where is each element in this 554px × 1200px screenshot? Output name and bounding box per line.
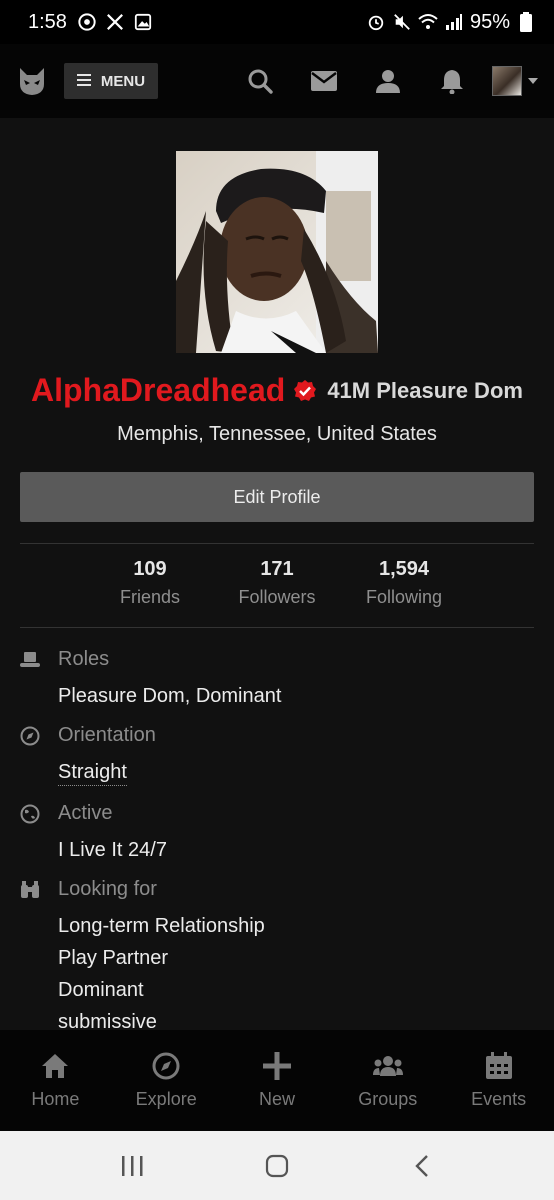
tab-new[interactable]: New bbox=[222, 1030, 333, 1131]
list-item: Dominant bbox=[58, 979, 144, 1001]
android-nav-bar bbox=[0, 1131, 554, 1200]
tab-label: Home bbox=[31, 1089, 80, 1109]
stat-label: Followers bbox=[238, 587, 316, 607]
stats-row: 109 Friends 171 Followers 1,594 Followin… bbox=[0, 558, 554, 608]
battery-icon bbox=[516, 12, 536, 32]
stat-value: 1,594 bbox=[378, 558, 430, 580]
gallery-icon bbox=[133, 12, 153, 32]
calendar-icon bbox=[484, 1051, 514, 1081]
user-meta: 41M Pleasure Dom bbox=[327, 377, 523, 403]
groups-icon bbox=[372, 1051, 403, 1081]
chevron-down-icon[interactable] bbox=[528, 78, 538, 84]
stat-friends[interactable]: 109 Friends bbox=[87, 558, 214, 608]
globe-icon bbox=[20, 804, 40, 824]
tab-explore[interactable]: Explore bbox=[111, 1030, 222, 1131]
home-button[interactable] bbox=[257, 1146, 297, 1186]
battery-percent: 95% bbox=[469, 10, 510, 33]
profile-photo[interactable] bbox=[176, 151, 378, 353]
stat-following[interactable]: 1,594 Following bbox=[341, 558, 468, 608]
profile-name-row: AlphaDreadhead 41M Pleasure Dom bbox=[0, 372, 554, 409]
detail-value: I Live It 24/7 bbox=[58, 839, 167, 861]
stat-label: Friends bbox=[119, 587, 181, 607]
detail-value: Pleasure Dom, Dominant bbox=[58, 685, 282, 707]
detail-value-wrap: Straight bbox=[58, 756, 534, 788]
plus-icon bbox=[262, 1051, 292, 1081]
detail-orientation: Orientation Straight bbox=[20, 724, 534, 788]
detail-roles: Roles Pleasure Dom, Dominant bbox=[20, 648, 534, 712]
search-icon[interactable] bbox=[228, 61, 292, 101]
x-icon bbox=[105, 12, 125, 32]
detail-active: Active I Live It 24/7 bbox=[20, 802, 534, 866]
detail-title: Orientation bbox=[58, 724, 156, 746]
mute-icon bbox=[392, 12, 412, 32]
mail-icon[interactable] bbox=[292, 61, 356, 101]
tab-label: New bbox=[258, 1089, 295, 1109]
tab-label: Events bbox=[471, 1089, 527, 1109]
divider bbox=[20, 543, 534, 544]
edit-profile-button[interactable]: Edit Profile bbox=[20, 472, 534, 522]
bell-icon[interactable] bbox=[420, 61, 484, 101]
compass-icon bbox=[20, 726, 40, 746]
list-item: Play Partner bbox=[58, 947, 169, 969]
stat-value: 171 bbox=[260, 558, 294, 580]
username[interactable]: AlphaDreadhead bbox=[31, 372, 285, 409]
detail-title: Active bbox=[58, 802, 113, 824]
back-button[interactable] bbox=[402, 1146, 442, 1186]
detail-value[interactable]: Straight bbox=[58, 761, 127, 786]
user-location: Memphis, Tennessee, United States bbox=[117, 423, 437, 445]
hat-icon bbox=[20, 650, 40, 670]
looking-for-list: Long-term Relationship Play Partner Domi… bbox=[58, 910, 534, 1038]
tab-events[interactable]: Events bbox=[443, 1030, 554, 1131]
home-icon bbox=[40, 1051, 70, 1081]
binoculars-icon bbox=[20, 880, 40, 900]
avatar[interactable] bbox=[492, 66, 522, 96]
user-icon[interactable] bbox=[356, 61, 420, 101]
stat-value: 109 bbox=[133, 558, 167, 580]
tab-home[interactable]: Home bbox=[0, 1030, 111, 1131]
status-bar: 1:58 95% bbox=[0, 0, 554, 44]
signal-icon bbox=[444, 12, 464, 32]
detail-title: Looking for bbox=[58, 878, 157, 900]
tab-groups[interactable]: Groups bbox=[332, 1030, 443, 1131]
menu-button[interactable]: MENU bbox=[64, 63, 158, 99]
stat-followers[interactable]: 171 Followers bbox=[214, 558, 341, 608]
alarm-icon bbox=[366, 12, 386, 32]
stat-label: Following bbox=[365, 587, 443, 607]
verified-icon bbox=[293, 379, 317, 403]
chrome-icon bbox=[77, 12, 97, 32]
logo-icon[interactable] bbox=[18, 66, 46, 96]
bottom-tab-bar: Home Explore New Groups Events bbox=[0, 1030, 554, 1131]
tab-label: Groups bbox=[358, 1089, 418, 1109]
detail-looking-for: Looking for Long-term Relationship Play … bbox=[20, 878, 534, 1038]
top-nav: MENU bbox=[0, 44, 554, 118]
hamburger-icon bbox=[76, 73, 91, 90]
list-item: Long-term Relationship bbox=[58, 915, 265, 937]
recents-button[interactable] bbox=[112, 1146, 152, 1186]
detail-title: Roles bbox=[58, 648, 110, 670]
menu-label: MENU bbox=[100, 72, 146, 90]
status-time: 1:58 bbox=[28, 10, 67, 33]
tab-label: Explore bbox=[135, 1089, 197, 1109]
wifi-icon bbox=[418, 12, 438, 32]
compass-icon bbox=[151, 1051, 181, 1081]
divider bbox=[20, 627, 534, 628]
